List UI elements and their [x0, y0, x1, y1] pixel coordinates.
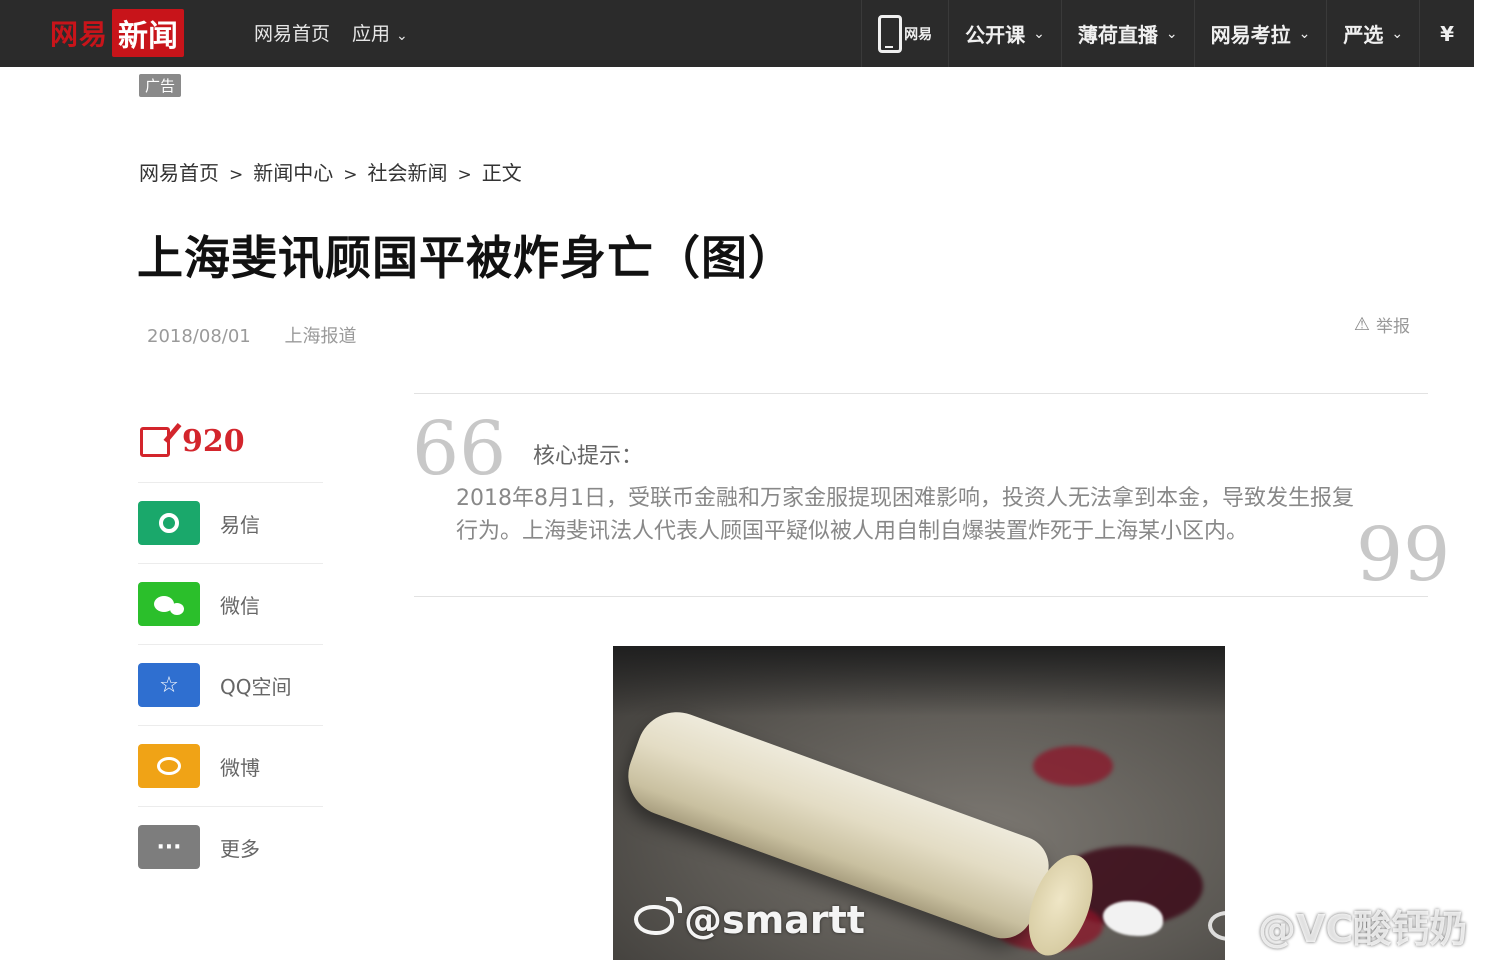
share-qzone[interactable]: ☆ QQ空间 — [138, 644, 323, 725]
chevron-down-icon: ⌄ — [1165, 25, 1178, 42]
weibo-icon — [138, 744, 200, 788]
breadcrumb-current: 正文 — [481, 161, 522, 185]
warning-icon: ⚠ — [1353, 314, 1370, 335]
article-date: 2018/08/01 — [147, 326, 251, 347]
yen-icon[interactable]: ¥ — [1419, 0, 1474, 67]
share-yixin-label: 易信 — [220, 512, 260, 537]
breadcrumb-social-news[interactable]: 社会新闻 — [368, 161, 448, 185]
photo-shadow — [613, 646, 1225, 716]
share-list: 易信 微信 ☆ QQ空间 微博 ··· 更多 — [138, 482, 323, 887]
weibo-logo-icon — [634, 897, 682, 935]
share-more[interactable]: ··· 更多 — [138, 806, 323, 887]
wechat-bubble-small — [170, 603, 184, 615]
weibo-watermark: @VC酸钙奶 — [1208, 898, 1467, 953]
watermark-handle: @VC酸钙奶 — [1258, 907, 1468, 951]
weibo-logo-icon — [1208, 902, 1256, 941]
edit-comment-icon — [140, 426, 170, 457]
nav-open-course-label: 公开课 — [965, 23, 1026, 47]
nav-mobile-label: 网易 — [904, 26, 933, 43]
share-wechat[interactable]: 微信 — [138, 563, 323, 644]
weibo-watermark: @smartt — [634, 897, 865, 942]
logo-brand: 网易 — [50, 18, 109, 51]
chevron-down-icon: ⌄ — [1391, 25, 1404, 42]
core-tip-label: 核心提示： — [533, 444, 644, 469]
nav-yanxuan[interactable]: 严选 ⌄ — [1326, 0, 1419, 67]
article-title: 上海斐讯顾国平被炸身亡（图） — [137, 231, 795, 285]
breadcrumb-home[interactable]: 网易首页 — [139, 161, 219, 185]
article-source[interactable]: 上海报道 — [284, 326, 356, 347]
nav-yanxuan-label: 严选 — [1343, 23, 1384, 47]
share-qzone-label: QQ空间 — [220, 674, 292, 699]
watermark-handle: @smartt — [684, 898, 865, 942]
open-quote-icon: 66 — [412, 406, 507, 492]
weibo-glyph — [157, 757, 181, 775]
share-wechat-label: 微信 — [220, 593, 260, 618]
nav-open-course[interactable]: 公开课 ⌄ — [948, 0, 1061, 67]
nav-left: 网易首页 应用 ⌄ — [254, 19, 408, 46]
report-button[interactable]: ⚠ 举报 — [1354, 312, 1410, 337]
divider — [414, 596, 1428, 597]
article-meta: 2018/08/01 上海报道 — [147, 322, 356, 348]
ad-badge: 广告 — [139, 74, 182, 97]
phone-icon — [878, 14, 903, 53]
netease-news-logo[interactable]: 网易 新闻 — [50, 9, 185, 57]
close-quote-icon: 99 — [1356, 512, 1451, 598]
share-weibo[interactable]: 微博 — [138, 725, 323, 806]
core-tip-text: 2018年8月1日，受联币金融和万家金服提现困难影响，投资人无法拿到本金，导致发… — [456, 486, 1354, 544]
nav-kaola[interactable]: 网易考拉 ⌄ — [1193, 0, 1327, 67]
nav-bohe-live-label: 薄荷直播 — [1077, 23, 1158, 47]
top-navigation-bar: 网易 新闻 网易首页 应用 ⌄ 网易 公开课 ⌄ 薄荷直播 ⌄ 网易考拉 ⌄ 严选 ⌄ ¥ — [0, 0, 1474, 67]
share-yixin[interactable]: 易信 — [138, 482, 323, 563]
nav-right: 网易 公开课 ⌄ 薄荷直播 ⌄ 网易考拉 ⌄ 严选 ⌄ ¥ — [861, 0, 1474, 67]
photo-white-spot — [1103, 901, 1163, 936]
nav-bohe-live[interactable]: 薄荷直播 ⌄ — [1060, 0, 1194, 67]
wechat-icon — [138, 582, 200, 626]
photo-stain — [1033, 746, 1113, 786]
yixin-glyph — [159, 513, 179, 533]
divider — [414, 393, 1428, 394]
qzone-star-icon: ☆ — [138, 663, 200, 707]
share-more-label: 更多 — [220, 836, 260, 861]
comment-count: 920 — [182, 424, 245, 459]
report-label: 举报 — [1376, 317, 1410, 337]
logo-news: 新闻 — [112, 9, 185, 57]
chevron-down-icon: ⌄ — [396, 28, 408, 44]
nav-apps-label: 应用 — [352, 23, 391, 45]
breadcrumb-separator: > — [457, 165, 472, 185]
chevron-down-icon: ⌄ — [1298, 25, 1311, 42]
nav-kaola-label: 网易考拉 — [1210, 23, 1291, 47]
nav-apps-dropdown[interactable]: 应用 ⌄ — [352, 19, 408, 46]
share-weibo-label: 微博 — [220, 755, 260, 780]
breadcrumb-separator: > — [229, 165, 244, 185]
breadcrumb: 网易首页 > 新闻中心 > 社会新闻 > 正文 — [139, 157, 522, 186]
breadcrumb-news-center[interactable]: 新闻中心 — [253, 161, 333, 185]
breadcrumb-separator: > — [343, 165, 358, 185]
yixin-icon — [138, 501, 200, 545]
nav-mobile-app[interactable]: 网易 — [861, 0, 948, 67]
chevron-down-icon: ⌄ — [1033, 25, 1045, 42]
comment-count-button[interactable]: 920 — [140, 424, 245, 459]
more-dots-icon: ··· — [138, 825, 200, 869]
nav-home-link[interactable]: 网易首页 — [254, 19, 330, 46]
